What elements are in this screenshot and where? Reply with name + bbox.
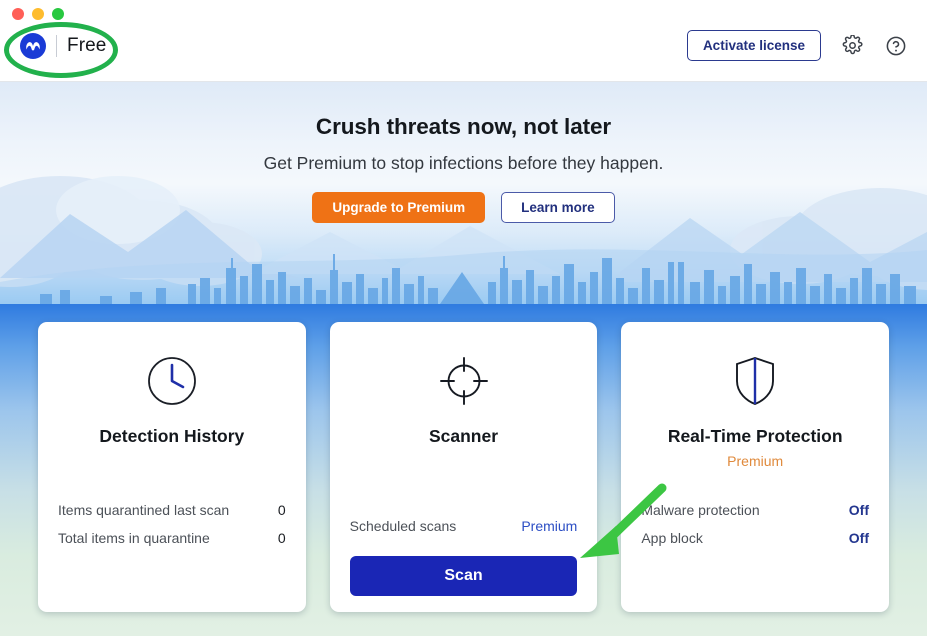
row-label: Scheduled scans — [349, 518, 457, 534]
window-controls — [12, 8, 64, 20]
titlebar-actions: Activate license — [686, 30, 909, 61]
card-title: Real-Time Protection — [667, 426, 843, 446]
clock-icon — [144, 350, 200, 412]
real-time-protection-card[interactable]: Real-Time Protection Premium Malware pro… — [621, 322, 890, 612]
promo-title: Crush threats now, not later — [315, 114, 612, 139]
row-label: App block — [641, 530, 703, 546]
card-title: Scanner — [428, 426, 499, 446]
row-label: Malware protection — [641, 502, 760, 518]
activate-license-button[interactable]: Activate license — [686, 30, 821, 61]
scan-button[interactable]: Scan — [349, 556, 578, 596]
malwarebytes-window: Free Activate license Crush threats now,… — [0, 0, 927, 636]
card-title: Detection History — [99, 426, 245, 446]
detection-history-card[interactable]: Detection History Items quarantined last… — [38, 322, 306, 612]
row-value: 0 — [277, 530, 286, 546]
dashboard-cards: Detection History Items quarantined last… — [0, 322, 927, 612]
malware-protection-status[interactable]: Off — [849, 502, 869, 518]
promo-content: Crush threats now, not later Get Premium… — [0, 114, 927, 223]
help-icon[interactable] — [883, 33, 909, 59]
premium-badge: Premium — [727, 453, 784, 469]
brand-divider — [56, 35, 57, 57]
upgrade-to-premium-button[interactable]: Upgrade to Premium — [312, 192, 486, 223]
gear-icon[interactable] — [839, 33, 865, 59]
learn-more-button[interactable]: Learn more — [501, 192, 615, 223]
card-rows: Items quarantined last scan 0 Total item… — [58, 496, 286, 552]
scheduled-scans-premium-link[interactable]: Premium — [521, 518, 577, 534]
malwarebytes-logo-icon — [20, 33, 46, 59]
minimize-window-button[interactable] — [32, 8, 44, 20]
card-rows: Malware protection Off App block Off — [641, 496, 869, 552]
crosshair-icon — [436, 350, 492, 412]
row-app-block: App block Off — [641, 524, 869, 552]
zoom-window-button[interactable] — [52, 8, 64, 20]
row-value: 0 — [277, 502, 286, 518]
shield-icon — [727, 350, 783, 412]
row-label: Items quarantined last scan — [58, 502, 230, 518]
title-bar: Free Activate license — [0, 0, 927, 82]
promo-subtitle: Get Premium to stop infections before th… — [263, 153, 664, 173]
row-total-items-in-quarantine: Total items in quarantine 0 — [58, 524, 286, 552]
promo-buttons: Upgrade to Premium Learn more — [0, 192, 927, 223]
scanner-card[interactable]: Scanner Scheduled scans Premium Scan — [329, 322, 598, 612]
card-rows: Scheduled scans Premium — [350, 512, 578, 540]
row-malware-protection: Malware protection Off — [641, 496, 869, 524]
row-label: Total items in quarantine — [58, 530, 210, 546]
app-block-status[interactable]: Off — [849, 530, 869, 546]
close-window-button[interactable] — [12, 8, 24, 20]
row-items-quarantined-last-scan: Items quarantined last scan 0 — [58, 496, 286, 524]
edition-label: Free — [67, 35, 107, 56]
row-scheduled-scans: Scheduled scans Premium — [350, 512, 578, 540]
brand-area: Free — [20, 33, 106, 59]
promo-banner: Crush threats now, not later Get Premium… — [0, 82, 927, 304]
